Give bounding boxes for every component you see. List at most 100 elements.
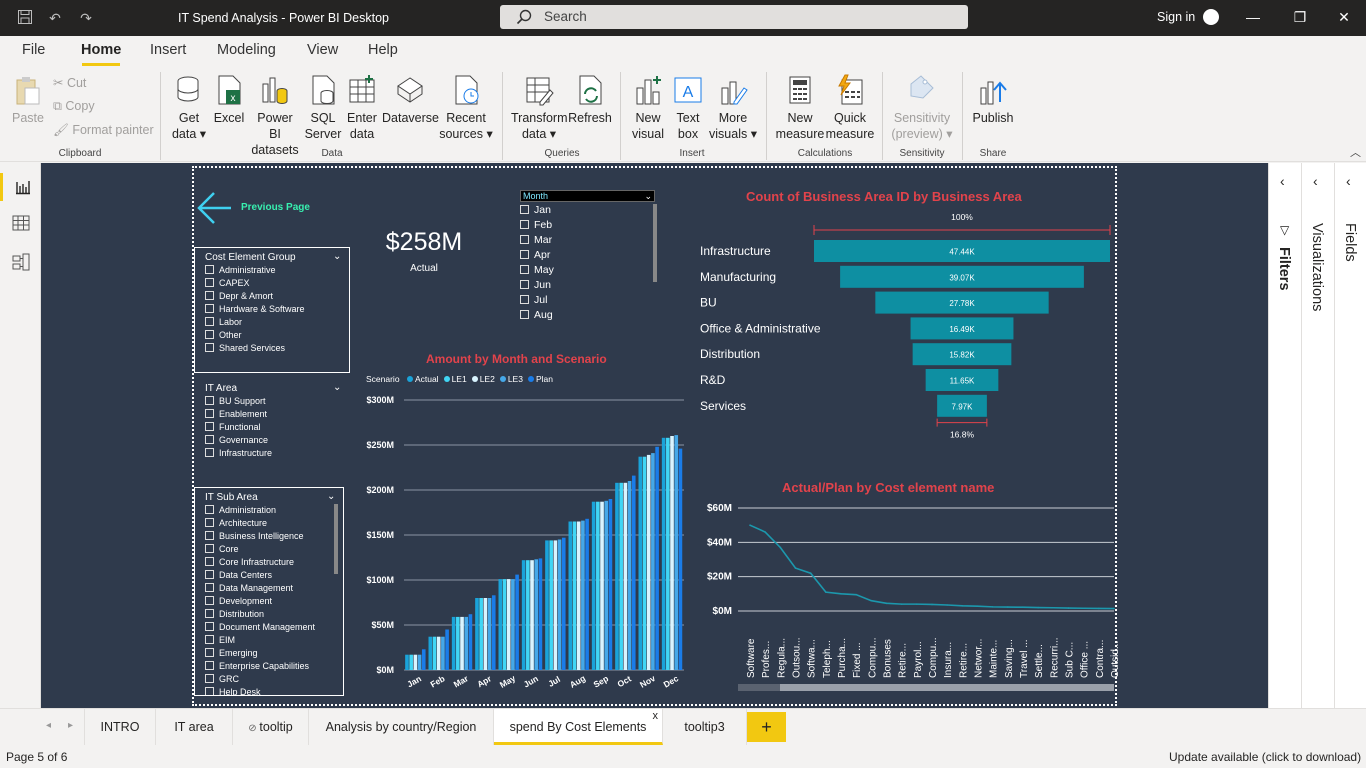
tab-tooltip3[interactable]: tooltip3 bbox=[663, 709, 747, 745]
slicer-item[interactable]: Emerging bbox=[205, 648, 258, 661]
chevron-left-icon[interactable]: ‹ bbox=[1280, 173, 1285, 189]
checkbox[interactable] bbox=[520, 310, 529, 319]
text-box-button[interactable]: A Text box bbox=[670, 74, 706, 142]
checkbox[interactable] bbox=[205, 687, 214, 695]
add-page-button[interactable]: + bbox=[747, 712, 786, 742]
powerbi-datasets-button[interactable]: Power BI datasets bbox=[250, 74, 300, 158]
sql-server-button[interactable]: SQL Server bbox=[303, 74, 343, 142]
chevron-left-icon[interactable]: ‹ bbox=[1313, 173, 1318, 189]
checkbox[interactable] bbox=[520, 220, 529, 229]
checkbox[interactable] bbox=[205, 674, 214, 683]
slicer-item[interactable]: Architecture bbox=[205, 518, 267, 531]
excel-button[interactable]: x Excel bbox=[212, 74, 246, 126]
model-view-icon[interactable] bbox=[12, 253, 30, 276]
slicer-item[interactable]: Enablement bbox=[205, 409, 267, 422]
checkbox[interactable] bbox=[205, 570, 214, 579]
checkbox[interactable] bbox=[205, 422, 214, 431]
save-icon[interactable] bbox=[16, 9, 34, 27]
slicer-item[interactable]: May bbox=[520, 264, 554, 277]
checkbox[interactable] bbox=[520, 280, 529, 289]
fields-label[interactable]: Fields bbox=[1342, 223, 1358, 262]
chevron-down-icon[interactable]: ⌄ bbox=[327, 491, 335, 502]
slicer-item[interactable]: Mar bbox=[520, 234, 552, 247]
data-view-icon[interactable] bbox=[12, 215, 30, 236]
tab-analysis-country[interactable]: Analysis by country/Region bbox=[309, 709, 494, 745]
slicer-item[interactable]: Development bbox=[205, 596, 272, 609]
new-measure-button[interactable]: New measure bbox=[775, 74, 825, 142]
slicer-item[interactable]: Infrastructure bbox=[205, 448, 272, 461]
checkbox[interactable] bbox=[205, 635, 214, 644]
checkbox[interactable] bbox=[205, 435, 214, 444]
collapse-ribbon-icon[interactable]: ︿ bbox=[1350, 144, 1361, 160]
slicer-item[interactable]: Distribution bbox=[205, 609, 264, 622]
tab-nav-next-icon[interactable]: ▸ bbox=[68, 720, 73, 731]
copy-button[interactable]: ⧉ Copy bbox=[53, 99, 95, 114]
slicer-item[interactable]: Functional bbox=[205, 422, 261, 435]
menu-file[interactable]: File bbox=[22, 42, 45, 58]
slicer-item[interactable]: Jul bbox=[520, 294, 547, 307]
tab-intro[interactable]: INTRO bbox=[84, 709, 156, 745]
menu-help[interactable]: Help bbox=[368, 42, 398, 58]
get-data-button[interactable]: Get data ▾ bbox=[168, 74, 210, 142]
scrollbar[interactable] bbox=[334, 504, 338, 574]
tab-it-area[interactable]: IT area bbox=[156, 709, 233, 745]
report-view-icon[interactable] bbox=[0, 173, 41, 201]
checkbox[interactable] bbox=[205, 278, 214, 287]
slicer-item[interactable]: Administration bbox=[205, 505, 276, 518]
slicer-item[interactable]: Jun bbox=[520, 279, 551, 292]
slicer-item[interactable]: Core bbox=[205, 544, 239, 557]
update-available-link[interactable]: Update available (click to download) bbox=[1169, 750, 1361, 764]
dataverse-button[interactable]: Dataverse bbox=[382, 74, 439, 126]
tab-nav-prev-icon[interactable]: ◂ bbox=[46, 720, 51, 731]
chevron-left-icon[interactable]: ‹ bbox=[1346, 173, 1351, 189]
quick-measure-button[interactable]: Quick measure bbox=[825, 74, 875, 142]
slicer-item[interactable]: Jan bbox=[520, 204, 551, 217]
transform-data-button[interactable]: Transform data ▾ bbox=[511, 74, 568, 142]
checkbox[interactable] bbox=[205, 648, 214, 657]
slicer-item[interactable]: Feb bbox=[520, 219, 552, 232]
chevron-down-icon[interactable]: ⌄ bbox=[333, 251, 341, 262]
scrollbar[interactable] bbox=[653, 204, 657, 282]
menu-view[interactable]: View bbox=[307, 42, 338, 58]
previous-page-button[interactable]: Previous Page bbox=[197, 190, 327, 226]
checkbox[interactable] bbox=[520, 235, 529, 244]
redo-icon[interactable]: ↷ bbox=[77, 9, 95, 27]
amount-column-chart[interactable]: $0M $50M $100M $150M $200M $250M $300M Jan Feb Ma… bbox=[364, 390, 694, 690]
slicer-item[interactable]: GRC bbox=[205, 674, 239, 687]
more-visuals-button[interactable]: More visuals ▾ bbox=[708, 74, 758, 142]
checkbox[interactable] bbox=[205, 343, 214, 352]
checkbox[interactable] bbox=[520, 265, 529, 274]
checkbox[interactable] bbox=[520, 205, 529, 214]
slicer-item[interactable]: Other bbox=[205, 330, 242, 343]
menu-home[interactable]: Home bbox=[81, 42, 121, 58]
new-visual-button[interactable]: New visual bbox=[628, 74, 668, 142]
slicer-item[interactable]: Hardware & Software bbox=[205, 304, 305, 317]
checkbox[interactable] bbox=[205, 544, 214, 553]
undo-icon[interactable]: ↶ bbox=[46, 9, 64, 27]
enter-data-button[interactable]: Enter data bbox=[344, 74, 380, 142]
slicer-item[interactable]: Help Desk bbox=[205, 687, 261, 695]
checkbox[interactable] bbox=[205, 531, 214, 540]
checkbox[interactable] bbox=[205, 518, 214, 527]
slicer-item[interactable]: CAPEX bbox=[205, 278, 250, 291]
checkbox[interactable] bbox=[205, 557, 214, 566]
checkbox[interactable] bbox=[205, 622, 214, 631]
tab-spend-cost-elements[interactable]: spend By Cost Elements x bbox=[494, 709, 663, 745]
format-painter-button[interactable]: 🖌 Format painter bbox=[53, 123, 154, 138]
slicer-item[interactable]: Shared Services bbox=[205, 343, 285, 356]
checkbox[interactable] bbox=[205, 330, 214, 339]
recent-sources-button[interactable]: Recent sources ▾ bbox=[438, 74, 494, 142]
slicer-item[interactable]: Data Management bbox=[205, 583, 293, 596]
slicer-item[interactable]: Aug bbox=[520, 309, 553, 322]
checkbox[interactable] bbox=[520, 250, 529, 259]
slicer-item[interactable]: Apr bbox=[520, 249, 550, 262]
slicer-item[interactable]: EIM bbox=[205, 635, 235, 648]
visualizations-label[interactable]: Visualizations bbox=[1309, 223, 1325, 311]
close-tab-icon[interactable]: x bbox=[653, 698, 659, 734]
month-dropdown[interactable]: Month ⌄ bbox=[520, 190, 655, 202]
slicer-item[interactable]: Governance bbox=[205, 435, 268, 448]
checkbox[interactable] bbox=[205, 448, 214, 457]
checkbox[interactable] bbox=[205, 265, 214, 274]
tab-tooltip[interactable]: ⊘ tooltip bbox=[233, 709, 309, 745]
slicer-item[interactable]: Administrative bbox=[205, 265, 276, 278]
